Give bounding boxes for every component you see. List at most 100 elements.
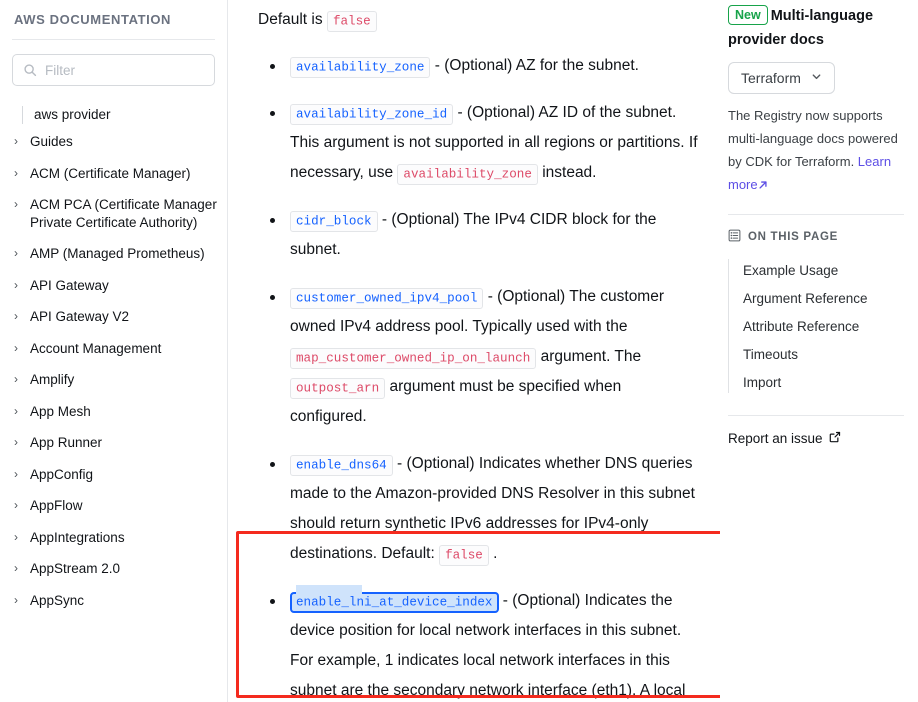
promo-heading: New Multi-language provider docs [728, 4, 904, 52]
argument-list: availability_zone - (Optional) AZ for th… [258, 51, 698, 702]
language-select-value: Terraform [741, 70, 801, 86]
sidebar-item-label: ACM PCA (Certificate Manager Private Cer… [30, 197, 217, 230]
sidebar-item-appconfig[interactable]: › AppConfig [0, 459, 227, 491]
chevron-right-icon: › [14, 466, 18, 481]
code-enable-lni-at-device-index[interactable]: enable_lni_at_device_index [290, 591, 499, 613]
on-this-page-item-timeouts[interactable]: Timeouts [743, 341, 904, 369]
sidebar-item-appstream-2-0[interactable]: › AppStream 2.0 [0, 553, 227, 585]
on-this-page-list: Example Usage Argument Reference Attribute… [728, 257, 904, 397]
left-sidebar: AWS DOCUMENTATION aws provider › Guides › A… [0, 0, 228, 702]
default-value-text: Default is [258, 11, 323, 28]
sidebar-item-guides[interactable]: › Guides [0, 126, 227, 158]
status-badge: New [728, 5, 768, 25]
external-link-icon [758, 174, 768, 189]
sidebar-root-label: aws provider [34, 107, 111, 122]
sidebar-title: AWS DOCUMENTATION [14, 12, 172, 27]
on-this-page-label: ON THIS PAGE [748, 231, 838, 243]
code-enable-dns64[interactable]: enable_dns64 [290, 454, 393, 476]
sidebar-item-aws-provider[interactable]: aws provider [22, 104, 227, 126]
sidebar-item-amp-managed-prometheus[interactable]: › AMP (Managed Prometheus) [0, 238, 227, 270]
list-item: availability_zone_id - (Optional) AZ ID … [258, 98, 698, 188]
on-this-page-item-attribute-reference[interactable]: Attribute Reference [743, 313, 904, 341]
code-availability-zone-inline: availability_zone [397, 163, 538, 185]
code-availability-zone[interactable]: availability_zone [290, 56, 431, 78]
filter-box[interactable] [12, 54, 215, 86]
list-item: availability_zone - (Optional) AZ for th… [258, 51, 698, 81]
list-item-text-after: instead. [537, 164, 597, 181]
promo-body: The Registry now supports multi-language… [728, 104, 904, 196]
chevron-down-icon [811, 71, 822, 85]
list-item: enable_dns64 - (Optional) Indicates whet… [258, 449, 698, 569]
chevron-right-icon: › [14, 403, 18, 418]
sidebar-item-label: App Mesh [30, 403, 91, 419]
sidebar-item-label: AppFlow [30, 498, 83, 513]
code-map-customer-owned-ip-on-launch: map_customer_owned_ip_on_launch [290, 347, 537, 369]
list-item-text: - (Optional) AZ for the subnet. [430, 57, 639, 74]
chevron-right-icon: › [14, 561, 18, 575]
chevron-right-icon: › [14, 372, 18, 386]
sidebar-item-account-management[interactable]: › Account Management [0, 333, 227, 365]
chevron-right-icon: › [14, 498, 18, 512]
filter-wrapper [0, 40, 227, 86]
sidebar-item-acm-pca-certificate-manager-private-certificate-authority[interactable]: › ACM PCA (Certificate Manager Private Ce… [0, 189, 227, 238]
chevron-right-icon: › [14, 592, 18, 607]
sidebar-item-appflow[interactable]: › AppFlow [0, 490, 227, 522]
external-link-icon [829, 431, 841, 446]
report-issue-link[interactable]: Report an issue [728, 431, 841, 446]
chevron-right-icon: › [14, 277, 18, 292]
sidebar-item-label: AppIntegrations [30, 529, 125, 545]
chevron-right-icon: › [14, 435, 18, 449]
report-issue-label: Report an issue [728, 431, 823, 446]
chevron-right-icon: › [14, 134, 18, 148]
on-this-page-item-argument-reference[interactable]: Argument Reference [743, 285, 904, 313]
search-icon [23, 63, 37, 77]
right-sidebar: New Multi-language provider docs Terrafor… [720, 0, 918, 702]
chevron-right-icon: › [14, 340, 18, 355]
sidebar-item-appintegrations[interactable]: › AppIntegrations [0, 522, 227, 554]
documentation-page: AWS DOCUMENTATION aws provider › Guides › A… [0, 0, 918, 702]
code-cidr-block[interactable]: cidr_block [290, 210, 378, 232]
on-this-page-heading: ON THIS PAGE [728, 229, 904, 245]
rail-divider-2 [728, 415, 904, 416]
code-false: false [326, 10, 377, 32]
sidebar-item-label: Account Management [30, 340, 162, 356]
code-customer-owned-ipv4-pool[interactable]: customer_owned_ipv4_pool [290, 287, 484, 309]
chevron-right-icon: › [14, 246, 18, 260]
sidebar-item-app-runner[interactable]: › App Runner [0, 427, 227, 459]
chevron-right-icon: › [14, 529, 18, 544]
sidebar-item-api-gateway-v2[interactable]: › API Gateway V2 [0, 301, 227, 333]
sidebar-item-label: AppConfig [30, 466, 94, 482]
sidebar-item-appsync[interactable]: › AppSync [0, 585, 227, 617]
sidebar-item-label: AppStream 2.0 [30, 561, 121, 576]
default-value-line: Default is false [258, 0, 698, 34]
list-item: customer_owned_ipv4_pool - (Optional) Th… [258, 282, 698, 432]
on-this-page-item-import[interactable]: Import [743, 369, 904, 397]
code-availability-zone-id[interactable]: availability_zone_id [290, 103, 454, 125]
main-content: Default is false availability_zone - (Op… [228, 0, 720, 702]
sidebar-item-label: ACM (Certificate Manager) [30, 165, 191, 181]
chevron-right-icon: › [14, 197, 18, 211]
sidebar-item-label: AppSync [30, 592, 85, 608]
list-item-text-after: . [488, 545, 498, 562]
code-false-inline: false [439, 544, 489, 566]
filter-input[interactable] [45, 62, 214, 78]
rail-divider [728, 214, 904, 215]
list-document-icon [728, 229, 741, 245]
list-item-highlighted: enable_lni_at_device_index - (Optional) … [258, 586, 698, 702]
sidebar-item-api-gateway[interactable]: › API Gateway [0, 270, 227, 302]
sidebar-item-acm-certificate-manager[interactable]: › ACM (Certificate Manager) [0, 158, 227, 190]
sidebar-item-amplify[interactable]: › Amplify [0, 364, 227, 396]
chevron-right-icon: › [14, 165, 18, 180]
sidebar-item-label: Amplify [30, 372, 75, 387]
on-this-page-item-example-usage[interactable]: Example Usage [743, 257, 904, 285]
sidebar-item-label: API Gateway [30, 277, 109, 293]
sidebar-nav: aws provider › Guides › ACM (Certificate Ma… [0, 86, 227, 616]
sidebar-item-label: API Gateway V2 [30, 309, 130, 324]
sidebar-item-app-mesh[interactable]: › App Mesh [0, 396, 227, 428]
chevron-right-icon: › [14, 309, 18, 323]
sidebar-item-label: Guides [30, 134, 73, 149]
sidebar-item-label: App Runner [30, 435, 103, 450]
sidebar-item-label: AMP (Managed Prometheus) [30, 246, 205, 261]
language-select[interactable]: Terraform [728, 62, 835, 94]
list-item-text-mid: argument. The [536, 348, 642, 365]
